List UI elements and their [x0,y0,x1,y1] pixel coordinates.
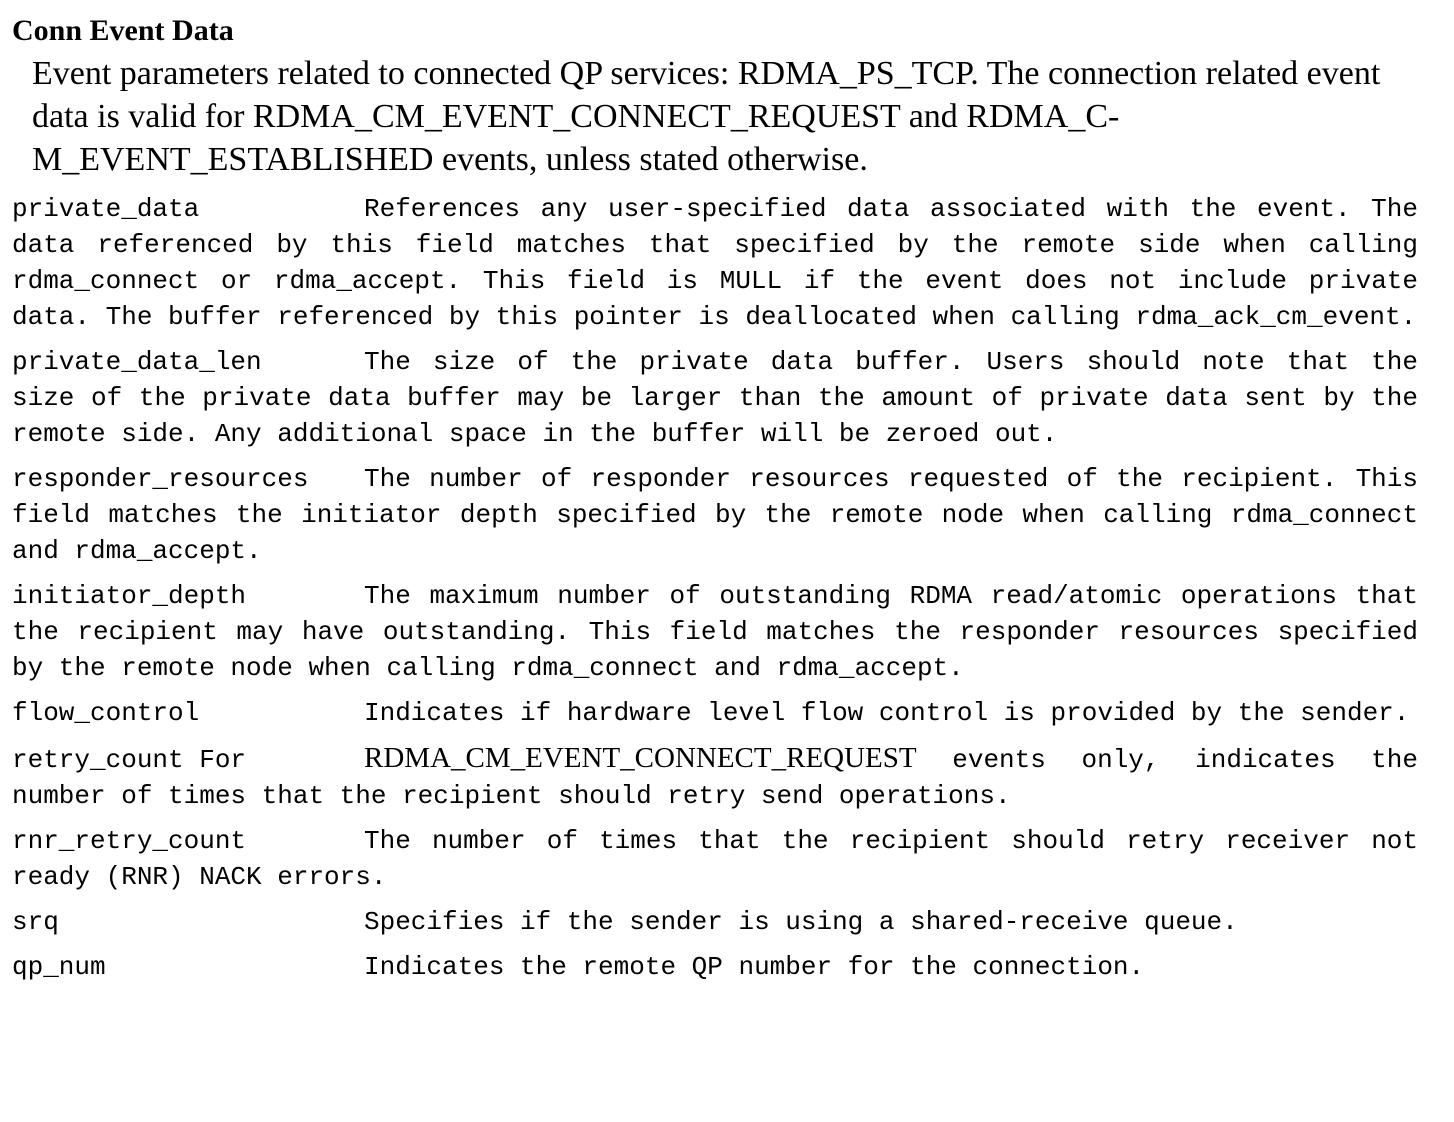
field-entry-flow-control: flow_control Indicates if hardware level … [12,695,1418,731]
section-intro: Event parameters related to connected QP… [32,55,1381,178]
field-term: private_data_len [12,347,262,377]
field-entry-private-data: private_data References any user-specifie… [12,191,1418,335]
field-list: private_data References any user-specifie… [12,191,1418,985]
field-entry-qp-num: qp_num Indicates the remote QP number for… [12,949,1418,985]
field-entry-initiator-depth: initiator_depth The maximum number of out… [12,578,1418,686]
field-term: initiator_depth [12,581,247,611]
field-entry-responder-resources: responder_resources The number of respond… [12,461,1418,569]
field-description: Indicates if hardware level flow control… [364,698,1410,728]
field-term: flow_control [12,698,200,728]
field-term: rnr_retry_count [12,826,247,856]
field-term: retry_count For [12,745,247,775]
field-term: responder_resources [12,464,309,494]
document-page: Conn Event Data Event parameters related… [12,12,1418,994]
field-term: qp_num [12,952,106,982]
field-description: Specifies if the sender is using a share… [364,907,1238,937]
field-entry-rnr-retry-count: rnr_retry_count The number of times that … [12,823,1418,895]
field-description-event-name: RDMA_CM_EVENT_CONNECT_REQUEST [364,742,917,774]
field-entry-private-data-len: private_data_len The size of the private … [12,344,1418,452]
field-description: Indicates the remote QP number for the c… [364,952,1145,982]
field-term: private_data [12,194,200,224]
field-entry-retry-count: retry_count For RDMA_CM_EVENT_CONNECT_REQ… [12,740,1418,814]
section-title: Conn Event Data [12,14,234,47]
field-entry-srq: srq Specifies if the sender is using a sh… [12,904,1418,940]
field-term: srq [12,907,59,937]
